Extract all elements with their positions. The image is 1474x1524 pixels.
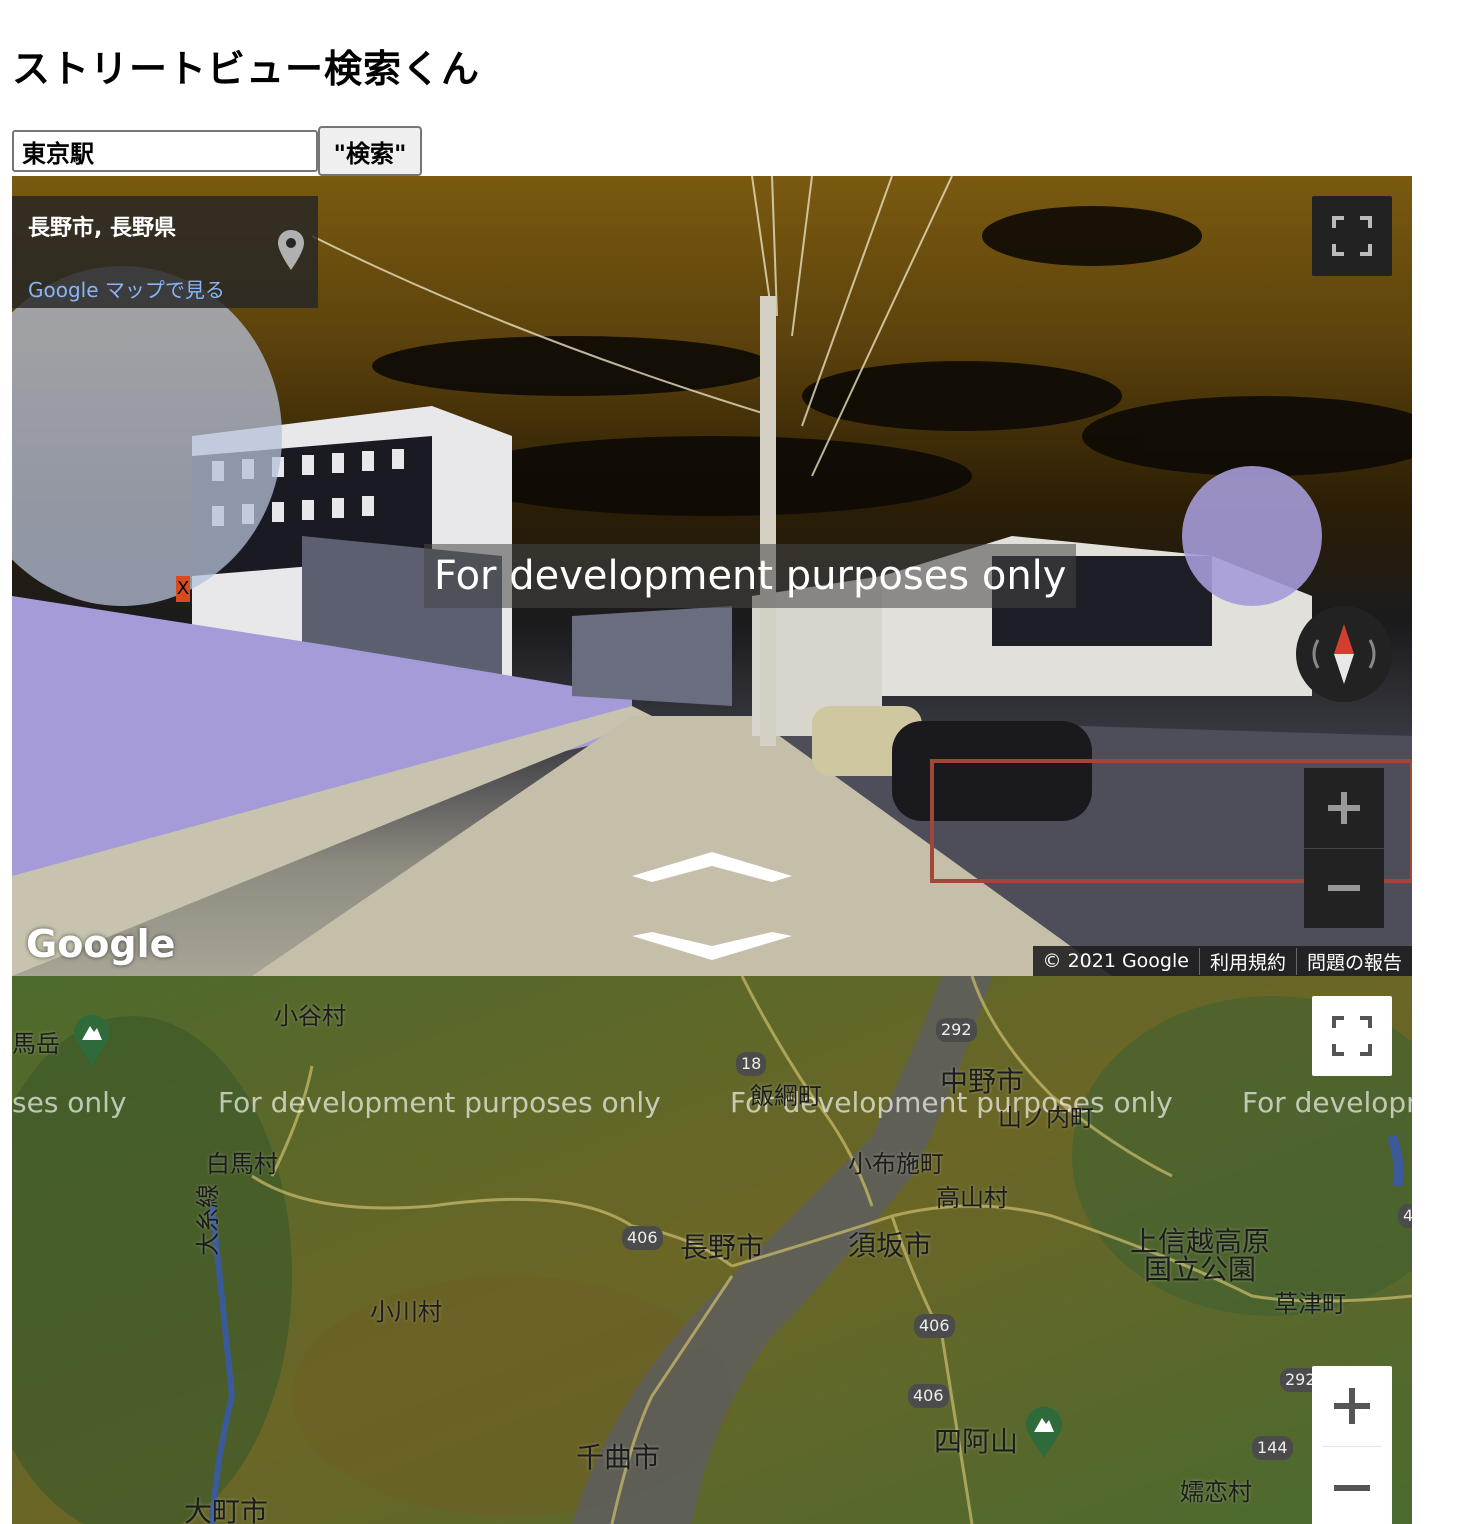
street-view-zoom-control bbox=[1304, 768, 1384, 928]
map-view[interactable]: ses only For development purposes only F… bbox=[12, 976, 1412, 1524]
place-label[interactable]: 飯綱町 bbox=[750, 1076, 822, 1111]
place-label[interactable]: 草津町 bbox=[1274, 1284, 1346, 1319]
route-shield: 40 bbox=[1398, 1204, 1412, 1228]
map-zoom-control bbox=[1312, 1366, 1392, 1524]
route-shield: 406 bbox=[914, 1314, 955, 1338]
route-shield: 144 bbox=[1252, 1436, 1293, 1460]
search-button[interactable]: "検索" bbox=[318, 126, 422, 176]
route-shield: 18 bbox=[736, 1052, 767, 1076]
compass-icon bbox=[1312, 624, 1376, 684]
report-problem-link[interactable]: 問題の報告 bbox=[1295, 947, 1412, 975]
mountain-marker-icon[interactable] bbox=[72, 1012, 112, 1066]
railway-label: 大糸線 bbox=[194, 1184, 222, 1256]
location-address: 長野市, 長野県 bbox=[28, 216, 177, 241]
map-fullscreen-button[interactable] bbox=[1312, 996, 1392, 1076]
dev-notice-map-2: For development purposes only bbox=[218, 1086, 661, 1119]
mountain-marker-icon-azumaya[interactable] bbox=[1024, 1404, 1064, 1458]
place-label[interactable]: 小川村 bbox=[370, 1292, 442, 1327]
place-label[interactable]: 白馬村 bbox=[206, 1144, 278, 1179]
place-label[interactable]: 大町市 bbox=[184, 1490, 268, 1524]
zoom-out-icon[interactable] bbox=[1312, 1448, 1392, 1524]
place-label[interactable]: 馬岳 bbox=[12, 1024, 60, 1059]
location-info-card: 長野市, 長野県 Google マップで見る bbox=[12, 196, 318, 308]
route-shield: 406 bbox=[908, 1384, 949, 1408]
pin-icon[interactable] bbox=[278, 230, 304, 270]
fullscreen-icon bbox=[1332, 216, 1372, 256]
zoom-out-icon[interactable] bbox=[1304, 848, 1384, 928]
street-view-fullscreen-button[interactable] bbox=[1312, 196, 1392, 276]
place-label[interactable]: 嬬恋村 bbox=[1180, 1472, 1252, 1507]
close-marker[interactable]: X bbox=[176, 576, 190, 602]
place-label[interactable]: 高山村 bbox=[936, 1178, 1008, 1213]
place-label[interactable]: 中野市 bbox=[940, 1060, 1024, 1100]
page-title: ストリートビュー検索くん bbox=[12, 47, 481, 91]
place-label[interactable]: 千曲市 bbox=[576, 1436, 660, 1476]
terms-link[interactable]: 利用規約 bbox=[1198, 947, 1296, 975]
route-shield: 292 bbox=[936, 1018, 977, 1042]
place-label[interactable]: 小布施町 bbox=[848, 1144, 944, 1179]
google-logo: Google bbox=[26, 922, 176, 966]
dev-purposes-notice: For development purposes only bbox=[424, 544, 1077, 608]
street-view-panorama[interactable]: 長野市, 長野県 Google マップで見る For development p… bbox=[12, 176, 1412, 976]
route-shield: 406 bbox=[622, 1226, 663, 1250]
search-input[interactable] bbox=[12, 130, 318, 172]
place-label[interactable]: 国立公園 bbox=[1144, 1248, 1256, 1288]
compass-control[interactable] bbox=[1296, 606, 1392, 702]
view-in-google-maps-link[interactable]: Google マップで見る bbox=[28, 274, 225, 303]
place-label[interactable]: 四阿山 bbox=[934, 1420, 1018, 1460]
place-label[interactable]: 山ノ内町 bbox=[998, 1098, 1094, 1133]
place-label[interactable]: 長野市 bbox=[680, 1226, 764, 1266]
copyright-text: © 2021 Google bbox=[1042, 950, 1189, 972]
street-view-footer: © 2021 Google 利用規約 問題の報告 bbox=[1032, 946, 1412, 976]
dev-notice-map-1: ses only bbox=[12, 1086, 127, 1119]
place-label[interactable]: 須坂市 bbox=[848, 1224, 932, 1264]
zoom-in-icon[interactable] bbox=[1312, 1366, 1392, 1446]
place-label[interactable]: 小谷村 bbox=[274, 996, 346, 1031]
dev-notice-map-4: For developm bbox=[1242, 1086, 1412, 1119]
zoom-in-icon[interactable] bbox=[1304, 768, 1384, 848]
fullscreen-icon bbox=[1332, 1016, 1372, 1056]
